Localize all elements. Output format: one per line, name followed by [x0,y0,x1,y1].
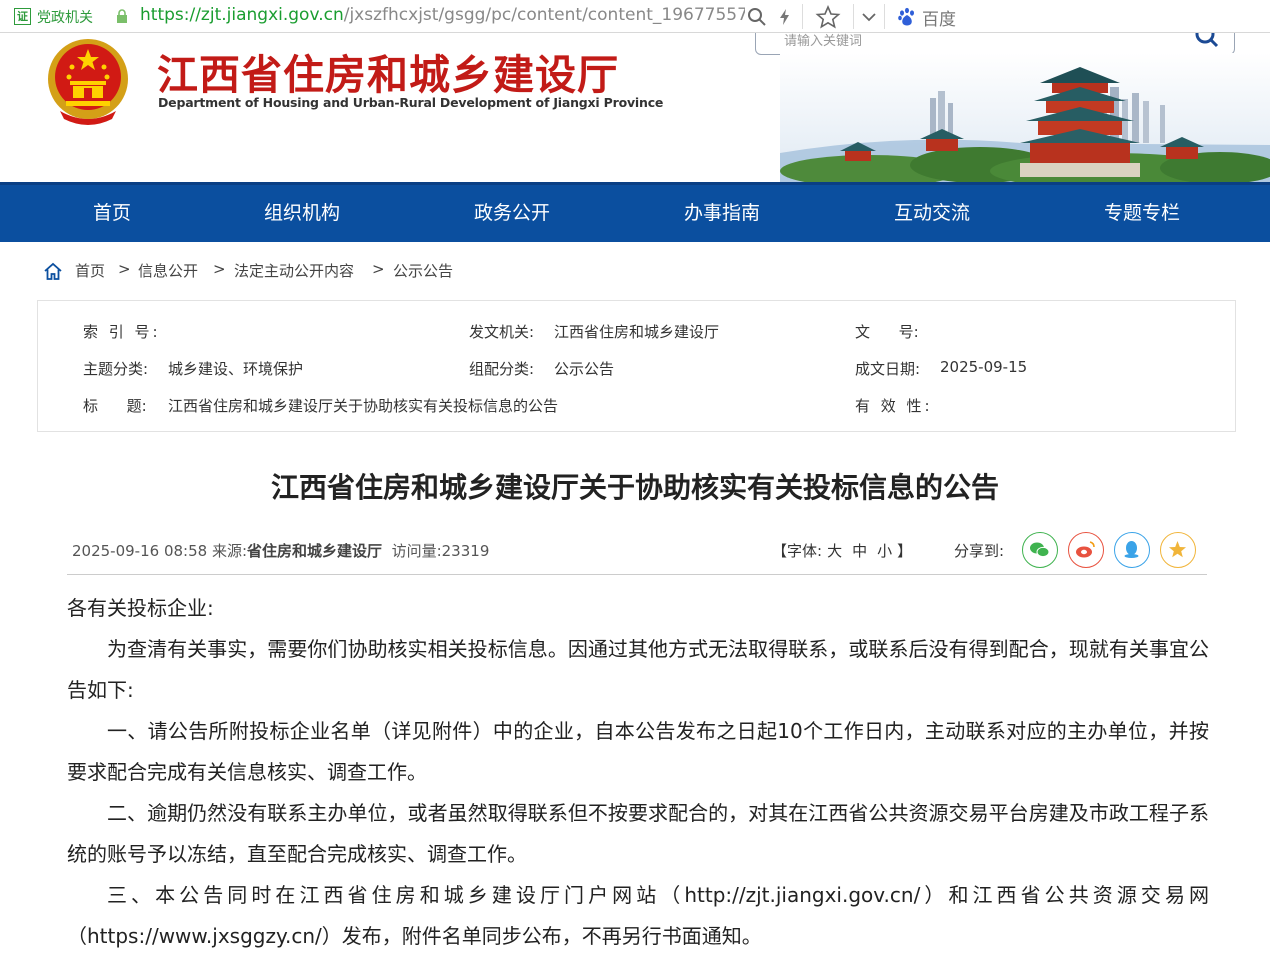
doc-title-value: 江西省住房和城乡建设厅关于协助核实有关投标信息的公告 [168,397,559,415]
url-path: /jxszfhcxjst/gsgg/pc/content/content_196… [343,5,745,25]
font-size-label: 【字体: [772,542,823,560]
issuer-value: 江西省住房和城乡建设厅 [554,323,720,341]
chevron-down-icon[interactable] [858,6,880,28]
article-divider [67,574,1207,575]
validity-label: 有 效 性: [855,397,933,415]
site-subtitle: Department of Housing and Urban-Rural De… [158,95,664,110]
topic-label: 主题分类: [83,360,149,378]
site-header: 江西省住房和城乡建设厅 Department of Housing and Ur… [0,33,1270,182]
star-icon[interactable] [815,4,841,30]
main-nav: 首页 组织机构 政务公开 办事指南 互动交流 专题专栏 [0,182,1270,242]
lock-icon [117,9,127,23]
body-paragraph: 为查清有关事实，需要你们协助核实相关投标信息。因通过其他方式无法取得联系，或联系… [67,637,1209,702]
qzone-star-icon [1169,541,1186,558]
url-field[interactable]: https://zjt.jiangxi.gov.cn/jxszfhcxjst/g… [140,5,745,25]
separator [853,4,854,29]
font-small-button[interactable]: 小 [877,542,892,560]
nav-interaction[interactable]: 互动交流 [862,185,1002,242]
category-label: 组配分类: [469,360,535,378]
browser-address-bar: 证 党政机关 https://zjt.jiangxi.gov.cn/jxszfh… [0,0,1270,33]
nav-gov-affairs[interactable]: 政务公开 [442,185,582,242]
breadcrumb-separator: > [213,260,226,278]
publish-time: 2025-09-16 08:58 [72,542,208,560]
views-label: 访问量: [391,542,442,560]
baidu-paw-icon [898,7,914,26]
share-qq-button[interactable] [1114,532,1150,568]
gov-verified-icon: 证 [14,8,31,25]
body-paragraph: 一、请公告所附投标企业名单（详见附件）中的企业，自本公告发布之日起10个工作日内… [67,719,1209,784]
search-icon[interactable] [1194,33,1220,48]
article-body: 各有关投标企业: 为查清有关事实，需要你们协助核实相关投标信息。因通过其他方式无… [67,588,1209,957]
views-value: 23319 [441,542,490,560]
search-placeholder: 请输入关键词 [784,34,863,49]
gov-label: 党政机关 [37,10,93,26]
lightning-icon[interactable] [774,6,796,28]
site-search-input[interactable]: 请输入关键词 [755,33,1235,55]
font-medium-button[interactable]: 中 [852,542,867,560]
source-value: 省住房和城乡建设厅 [247,542,383,560]
doc-title-label: 标 题: [83,397,147,415]
date-label: 成文日期: [855,360,921,378]
breadcrumb-statutory[interactable]: 法定主动公开内容 [234,260,354,281]
topic-value: 城乡建设、环境保护 [168,360,304,378]
index-no-label: 索 引 号: [83,323,161,341]
issuer-label: 发文机关: [469,323,535,341]
font-large-button[interactable]: 大 [827,542,842,560]
share-label: 分享到: [954,542,1005,560]
breadcrumb-info-open[interactable]: 信息公开 [138,260,198,281]
source-label: 来源: [211,542,248,560]
separator [802,4,803,29]
font-size-control: 【字体: 大中小】 [772,540,912,561]
body-paragraph: 二、逾期仍然没有联系主办单位，或者虽然取得联系但不按要求配合的，对其在江西省公共… [67,801,1209,866]
salutation: 各有关投标企业: [67,596,214,620]
share-wechat-button[interactable] [1022,532,1058,568]
zoom-search-icon[interactable] [746,6,768,28]
qq-icon [1124,541,1139,558]
nav-organization[interactable]: 组织机构 [232,185,372,242]
document-meta-box: 索 引 号: 发文机关: 江西省住房和城乡建设厅 文 号: 主题分类: 城乡建设… [37,300,1236,432]
share-qzone-button[interactable] [1160,532,1196,568]
search-engine-label[interactable]: 百度 [922,5,956,30]
url-host: https://zjt.jiangxi.gov.cn [140,5,344,25]
nav-special-topics[interactable]: 专题专栏 [1072,185,1212,242]
breadcrumb-home[interactable]: 首页 [75,260,105,281]
font-size-close: 】 [897,542,913,560]
doc-no-label: 文 号: [855,323,919,341]
weibo-icon [1076,541,1095,558]
date-value: 2025-09-15 [940,358,1028,376]
tengwang-pavilion-banner [780,53,1270,182]
site-title[interactable]: 江西省住房和城乡建设厅 [157,41,619,101]
body-paragraph: 三、本公告同时在江西省住房和城乡建设厅门户网站（http://zjt.jiang… [67,883,1209,948]
national-emblem-icon [48,39,128,125]
separator [884,4,885,29]
home-icon[interactable] [42,260,64,282]
wechat-icon [1030,542,1050,558]
breadcrumb-separator: > [118,260,131,278]
article-info: 2025-09-16 08:58 来源:省住房和城乡建设厅 访问量:23319 [72,540,489,561]
nav-service-guide[interactable]: 办事指南 [652,185,792,242]
article-title: 江西省住房和城乡建设厅关于协助核实有关投标信息的公告 [270,471,999,504]
breadcrumb-separator: > [372,260,385,278]
category-value: 公示公告 [554,360,615,378]
share-weibo-button[interactable] [1068,532,1104,568]
nav-home[interactable]: 首页 [42,185,182,242]
breadcrumb-notices[interactable]: 公示公告 [393,260,453,281]
